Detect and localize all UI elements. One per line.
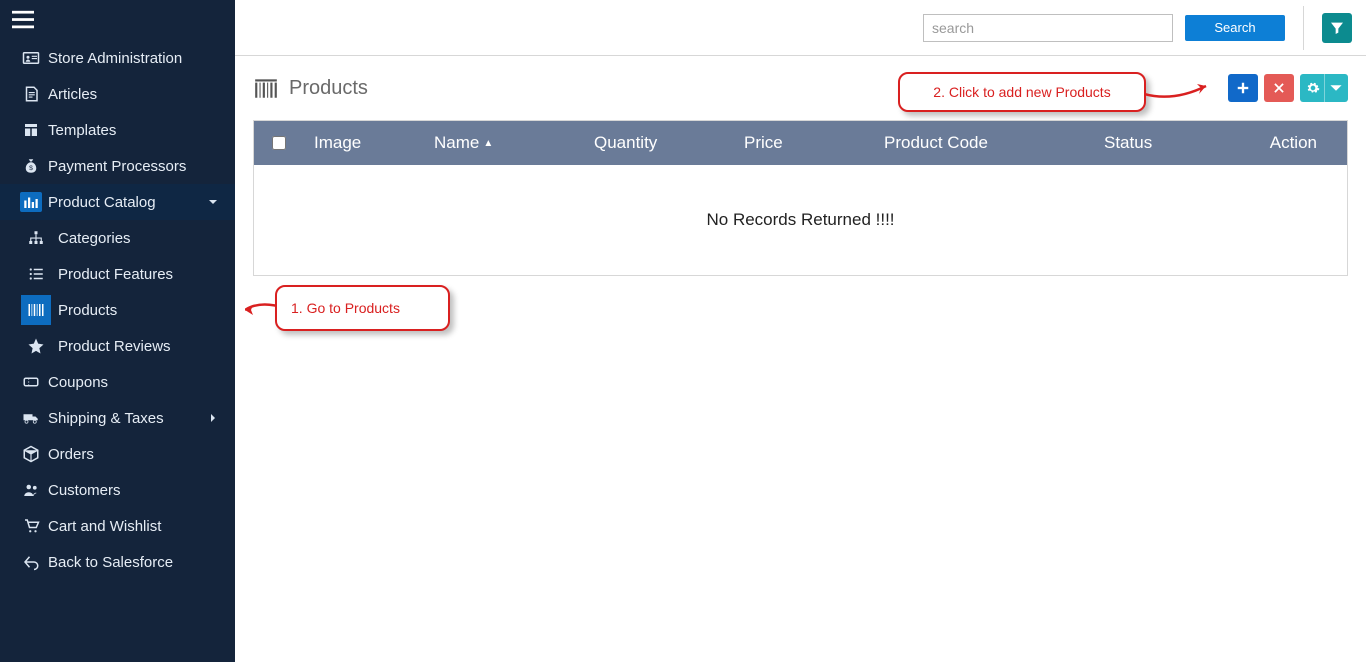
hamburger-icon (10, 9, 36, 31)
action-bar (1228, 74, 1348, 102)
users-icon (14, 481, 48, 499)
sidebar-label: Product Catalog (48, 194, 205, 211)
page-title: Products (289, 77, 368, 100)
sidebar-label: Customers (48, 482, 221, 499)
sidebar-item-shipping[interactable]: Shipping & Taxes (0, 400, 235, 436)
chevron-down-icon (1329, 81, 1343, 95)
sidebar-item-payment[interactable]: $ Payment Processors (0, 148, 235, 184)
table-header: Image Name▲ Quantity Price Product Code … (254, 121, 1347, 165)
sidebar-label: Cart and Wishlist (48, 518, 221, 535)
sidebar-sub-products[interactable]: Products (0, 292, 235, 328)
button-separator (1324, 74, 1325, 102)
content: Products Image Name ▲ Quantity Price Prod… (235, 56, 1366, 662)
sidebar-item-store-admin[interactable]: Store Administration (0, 40, 235, 76)
sidebar-label: Store Administration (48, 50, 221, 67)
sitemap-icon (14, 229, 58, 247)
template-icon (14, 121, 48, 139)
sidebar-label: Back to Salesforce (48, 554, 221, 571)
list-icon (14, 265, 58, 283)
sidebar-item-templates[interactable]: Templates (0, 112, 235, 148)
column-price[interactable]: Price (734, 133, 874, 153)
column-name-label: Name (434, 133, 479, 153)
sidebar-label: Payment Processors (48, 158, 221, 175)
filter-button[interactable] (1322, 13, 1352, 43)
cart-icon (14, 517, 48, 535)
select-all-checkbox[interactable] (272, 136, 286, 150)
add-button[interactable] (1228, 74, 1258, 102)
sidebar-label: Categories (58, 230, 221, 247)
sidebar-item-product-catalog[interactable]: Product Catalog (0, 184, 235, 220)
caret-down-icon (205, 197, 221, 207)
money-bag-icon: $ (14, 157, 48, 175)
column-status[interactable]: Status (1094, 133, 1214, 153)
sidebar-label: Templates (48, 122, 221, 139)
hamburger-menu[interactable] (0, 0, 235, 40)
topbar: Search (235, 0, 1366, 56)
callout-2-pointer (1144, 80, 1208, 105)
column-name[interactable]: Name ▲ (424, 133, 584, 153)
sort-asc-icon: ▲ (483, 138, 493, 149)
box-icon (14, 445, 48, 463)
barcode-icon (14, 295, 58, 325)
sidebar-label: Coupons (48, 374, 221, 391)
settings-dropdown-button[interactable] (1300, 74, 1348, 102)
callout-2-text: 2. Click to add new Products (933, 84, 1110, 100)
separator (1303, 6, 1304, 50)
sidebar-item-articles[interactable]: Articles (0, 76, 235, 112)
callout-2: 2. Click to add new Products (898, 72, 1146, 112)
sidebar-label: Articles (48, 86, 221, 103)
sidebar-label: Product Reviews (58, 338, 221, 355)
caret-right-icon (205, 413, 221, 423)
search-button[interactable]: Search (1185, 15, 1285, 41)
sidebar-sub-features[interactable]: Product Features (0, 256, 235, 292)
sidebar-item-orders[interactable]: Orders (0, 436, 235, 472)
sidebar-label: Orders (48, 446, 221, 463)
plus-icon (1236, 81, 1250, 95)
nav-menu: Store Administration Articles Templates … (0, 40, 235, 580)
empty-message: No Records Returned !!!! (706, 210, 894, 230)
sidebar-item-back-salesforce[interactable]: Back to Salesforce (0, 544, 235, 580)
funnel-icon (1329, 20, 1345, 36)
truck-icon (14, 409, 48, 427)
sidebar-label: Shipping & Taxes (48, 410, 205, 427)
ticket-icon (14, 373, 48, 391)
back-arrow-icon (14, 553, 48, 571)
sidebar-sub-categories[interactable]: Categories (0, 220, 235, 256)
search-input[interactable] (923, 14, 1173, 42)
article-icon (14, 85, 48, 103)
table-body: No Records Returned !!!! (254, 165, 1347, 275)
callout-1-text: 1. Go to Products (291, 300, 400, 316)
callout-1: 1. Go to Products (275, 285, 450, 331)
sidebar-item-coupons[interactable]: Coupons (0, 364, 235, 400)
products-table: Image Name▲ Quantity Price Product Code … (253, 120, 1348, 276)
sidebar-item-cart[interactable]: Cart and Wishlist (0, 508, 235, 544)
column-code[interactable]: Product Code (874, 133, 1094, 153)
catalog-submenu: Categories Product Features Products Pro… (0, 220, 235, 364)
star-icon (14, 337, 58, 355)
id-card-icon (14, 49, 48, 67)
column-image[interactable]: Image (304, 133, 424, 153)
column-quantity[interactable]: Quantity (584, 133, 734, 153)
delete-button[interactable] (1264, 74, 1294, 102)
close-icon (1272, 81, 1286, 95)
sidebar-sub-reviews[interactable]: Product Reviews (0, 328, 235, 364)
sidebar: Store Administration Articles Templates … (0, 0, 235, 662)
catalog-icon (14, 192, 48, 212)
column-action: Action (1214, 133, 1347, 153)
sidebar-label: Product Features (58, 266, 221, 283)
gear-icon (1306, 81, 1320, 95)
barcode-icon (253, 75, 279, 101)
select-all-cell (254, 136, 304, 150)
page-title-wrap: Products (253, 75, 368, 101)
sidebar-item-customers[interactable]: Customers (0, 472, 235, 508)
svg-text:$: $ (29, 165, 33, 172)
sidebar-label: Products (58, 302, 221, 319)
